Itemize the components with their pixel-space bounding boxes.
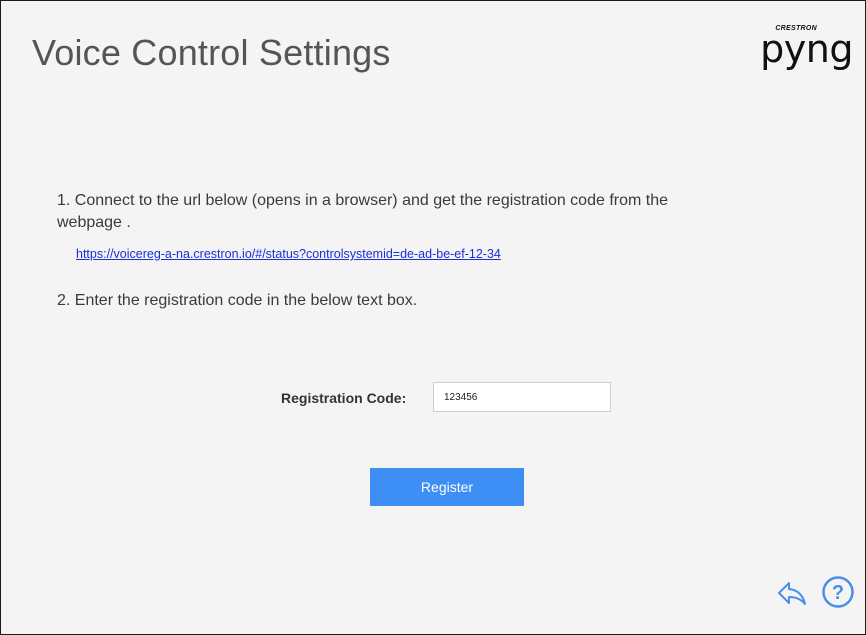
instruction-step-1: 1. Connect to the url below (opens in a … bbox=[57, 192, 669, 231]
back-arrow-icon[interactable] bbox=[777, 580, 807, 606]
svg-text:?: ? bbox=[832, 582, 844, 604]
page-title: Voice Control Settings bbox=[32, 32, 391, 73]
registration-url-link[interactable]: https://voicereg-a-na.crestron.io/#/stat… bbox=[76, 247, 501, 261]
help-icon[interactable]: ? bbox=[821, 575, 855, 609]
voice-control-settings-page: Voice Control Settings CRESTRON pyng 1. … bbox=[0, 0, 866, 635]
brand-product-name: pyng bbox=[760, 27, 853, 71]
registration-code-input[interactable] bbox=[433, 382, 611, 412]
crestron-pyng-logo: CRESTRON pyng bbox=[757, 25, 853, 81]
registration-code-label: Registration Code: bbox=[281, 390, 407, 406]
instruction-step-2: 2. Enter the registration code in the be… bbox=[57, 292, 418, 309]
register-button[interactable]: Register bbox=[370, 468, 524, 506]
